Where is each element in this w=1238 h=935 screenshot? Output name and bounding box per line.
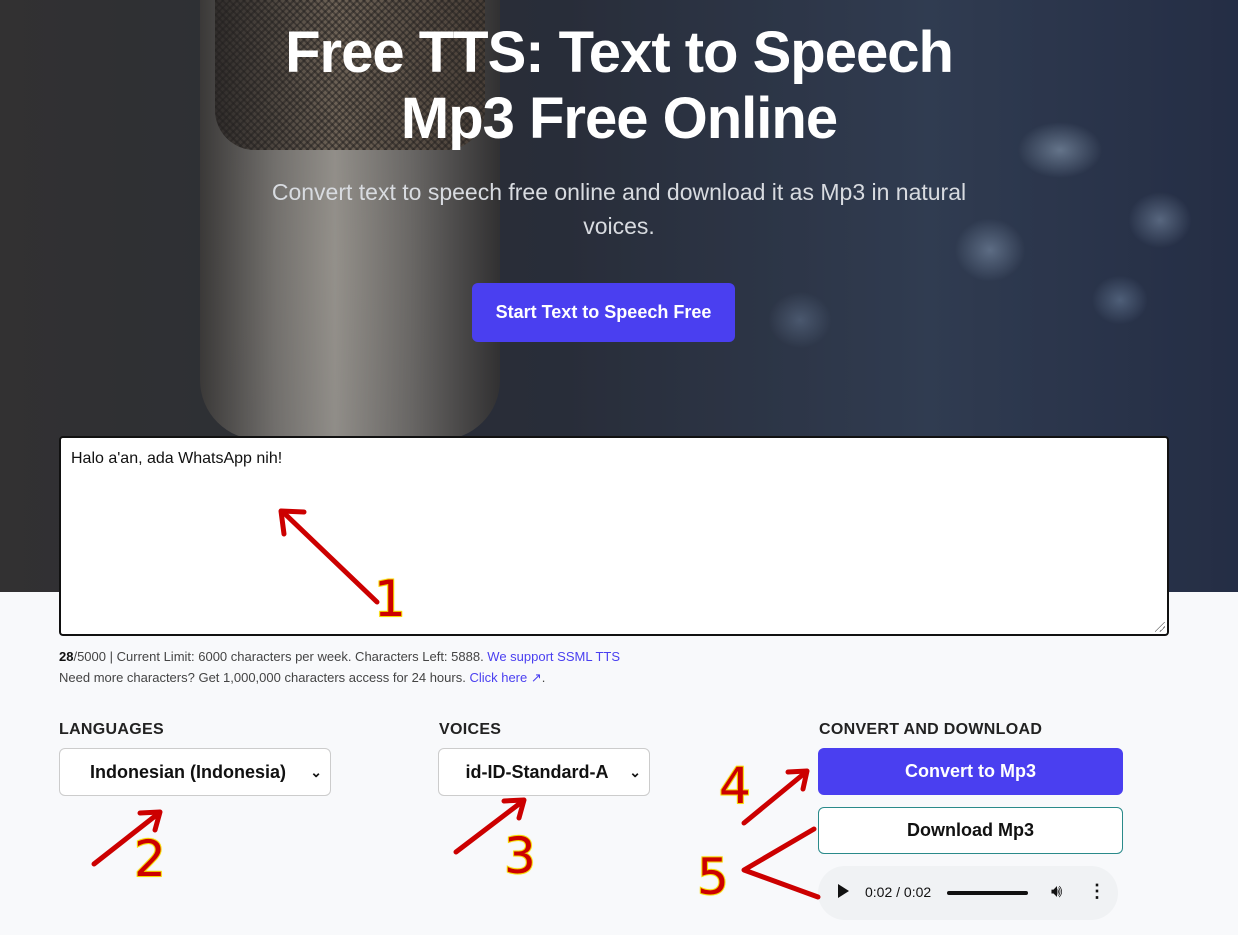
start-tts-button[interactable]: Start Text to Speech Free (472, 283, 735, 342)
annotation-number-4: 4 (718, 756, 752, 816)
voice-selected-value: id-ID-Standard-A (465, 761, 609, 782)
ssml-link[interactable]: We support SSML TTS (487, 649, 620, 664)
upgrade-line: Need more characters? Get 1,000,000 char… (59, 667, 620, 688)
convert-to-mp3-button[interactable]: Convert to Mp3 (818, 748, 1123, 795)
language-select[interactable]: Indonesian (Indonesia) ⌄ (59, 748, 331, 796)
chevron-down-icon: ⌄ (629, 764, 641, 780)
annotation-arrow-5 (741, 826, 821, 900)
character-count: 28 (59, 649, 74, 664)
voice-select[interactable]: id-ID-Standard-A ⌄ (438, 748, 650, 796)
title-line-2: Mp3 Free Online (400, 86, 838, 151)
text-input[interactable] (61, 438, 1167, 634)
annotation-arrow-4 (741, 769, 809, 826)
language-selected-value: Indonesian (Indonesia) (89, 761, 286, 782)
volume-icon[interactable]: 🔊︎ (1051, 881, 1062, 902)
limit-text: | Current Limit: 6000 characters per wee… (106, 649, 488, 664)
convert-label: CONVERT AND DOWNLOAD (819, 721, 1043, 738)
audio-progress-bar[interactable] (947, 891, 1028, 895)
character-info: 28/5000 | Current Limit: 6000 characters… (59, 646, 620, 688)
upgrade-text: Need more characters? Get 1,000,000 char… (59, 670, 470, 685)
more-options-icon[interactable]: ⋮ (1088, 881, 1106, 902)
click-here-link[interactable]: Click here ↗ (469, 670, 541, 685)
period: . (541, 670, 546, 685)
page-title: Free TTS: Text to Speech Mp3 Free Online (0, 20, 1238, 152)
languages-label: LANGUAGES (59, 721, 164, 738)
audio-time: 0:02 / 0:02 (865, 884, 932, 900)
page-subtitle: Convert text to speech free online and d… (271, 179, 967, 239)
annotation-number-1: 1 (373, 569, 407, 629)
play-icon[interactable] (838, 884, 849, 898)
character-max: /5000 (73, 649, 107, 664)
annotation-number-5: 5 (696, 847, 730, 907)
download-mp3-button[interactable]: Download Mp3 (818, 807, 1123, 854)
resize-handle[interactable] (1155, 622, 1165, 632)
annotation-number-2: 2 (133, 829, 167, 889)
text-editor-container (59, 436, 1169, 636)
title-line-1: Free TTS: Text to Speech (285, 20, 954, 85)
audio-player: 0:02 / 0:02 🔊︎ ⋮ (818, 866, 1118, 920)
annotation-number-3: 3 (503, 826, 537, 886)
chevron-down-icon: ⌄ (310, 764, 322, 780)
character-count-line: 28/5000 | Current Limit: 6000 characters… (59, 646, 620, 667)
voices-label: VOICES (439, 721, 502, 738)
